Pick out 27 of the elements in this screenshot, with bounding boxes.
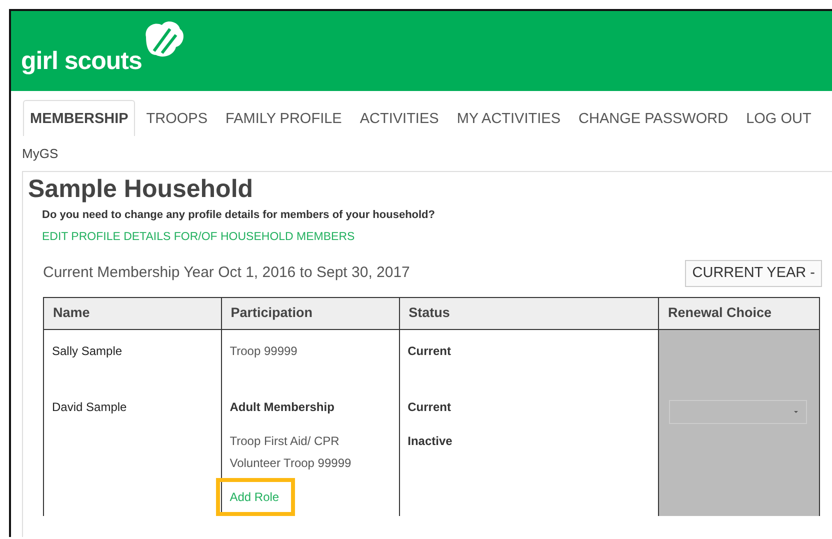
nav-tab[interactable]: TROOPS [139,100,215,136]
nav-tab[interactable]: FAMILY PROFILE [218,100,349,136]
role-title: Adult Membership [230,399,336,416]
status-text: Inactive [408,433,454,450]
nav-tab[interactable]: MY ACTIVITIES [450,100,568,136]
status-text: Current [408,343,452,360]
member-name: David Sample [52,399,128,416]
nav-tab[interactable]: LOG OUT [739,100,818,136]
year-dropdown[interactable]: CURRENT YEAR - [685,260,822,288]
participation-text: Troop First Aid/ CPR [230,433,340,450]
participation-text: Volunteer Troop 99999 [230,455,352,472]
caret-icon [794,411,798,414]
question-text: Do you need to change any profile details for members of your household? [42,208,436,224]
household-title: Sample Household [28,174,254,204]
renewal-select[interactable] [669,400,807,424]
nav-tab[interactable]: ACTIVITIES [352,100,446,136]
column-header: Status [399,298,658,330]
breadcrumb[interactable]: MyGS [11,136,832,164]
column-header: Participation [221,298,400,330]
column-header: Name [44,298,222,330]
participation-text: Troop 99999 [230,343,298,360]
member-name: Sally Sample [52,343,124,360]
column-header: Renewal Choice [658,298,820,330]
status-text: Current [408,399,452,416]
membership-year-text: Current Membership Year Oct 1, 2016 to Sept 30, 2017 [43,263,410,284]
nav-tab[interactable]: MEMBERSHIP [23,100,136,136]
nav-tab[interactable]: CHANGE PASSWORD [572,100,736,136]
